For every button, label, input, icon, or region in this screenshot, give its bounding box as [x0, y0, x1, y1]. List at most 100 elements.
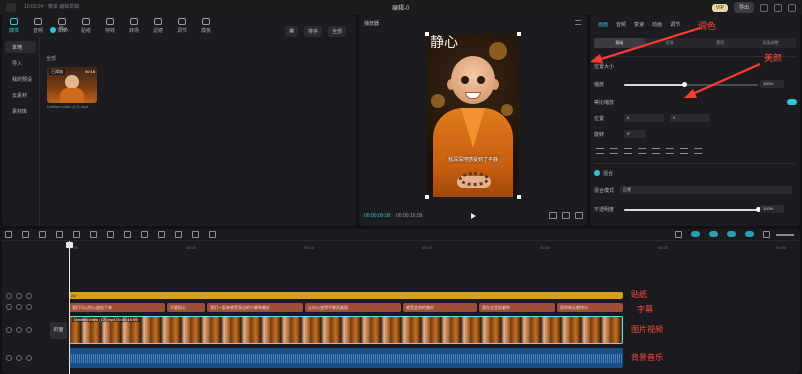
caption-clip[interactable]: 我们一起来感受身边的宁静和美好	[207, 303, 303, 312]
align-middle-icon[interactable]	[652, 148, 660, 154]
crop-icon[interactable]	[549, 212, 557, 219]
select-tool-icon[interactable]	[5, 231, 12, 238]
tab-adjust-props[interactable]: 调节	[666, 15, 684, 33]
caption-clip[interactable]: 愿你每天都快乐	[557, 303, 623, 312]
caption-clip[interactable]: 我在这里陪着你	[479, 303, 555, 312]
linkage-icon[interactable]	[727, 231, 736, 237]
filter-all-button[interactable]: 全部	[327, 26, 346, 37]
opacity-value[interactable]: 100%	[760, 205, 784, 213]
align-top-icon[interactable]	[638, 148, 646, 154]
subtab-picture-adjust[interactable]: 画面调整	[746, 38, 797, 48]
mirror-icon[interactable]	[158, 231, 165, 238]
uniform-scale-toggle[interactable]	[787, 99, 797, 105]
audio-mute-icon[interactable]	[26, 355, 32, 361]
subtab-cutout[interactable]: 抠像	[645, 38, 696, 48]
position-x-input[interactable]: 0	[624, 114, 664, 122]
time-ruler[interactable]: 00:00 00:05 00:10 00:15 00:20 00:25 00:3…	[68, 243, 800, 253]
rotate-icon[interactable]	[175, 231, 182, 238]
rotate-input[interactable]: 0°	[624, 130, 646, 138]
split-left-icon[interactable]	[73, 231, 80, 238]
lock-icon[interactable]	[6, 355, 12, 361]
ratio-icon[interactable]	[562, 212, 570, 219]
auto-snap-icon[interactable]	[709, 231, 718, 237]
align-right-icon[interactable]	[624, 148, 632, 154]
minimize-icon[interactable]	[760, 3, 768, 12]
resize-handle[interactable]	[425, 195, 429, 199]
align-left-icon[interactable]	[596, 148, 604, 154]
resize-handle[interactable]	[517, 195, 521, 199]
play-icon[interactable]	[471, 213, 476, 219]
crop-tool-icon[interactable]	[192, 231, 199, 238]
sidebar-item-presets[interactable]: 我的预设	[5, 73, 36, 85]
export-button[interactable]: 导出	[733, 2, 754, 13]
fullscreen-icon[interactable]	[575, 212, 583, 219]
delete-icon[interactable]	[107, 231, 114, 238]
preview-axis-icon[interactable]	[745, 231, 754, 237]
scale-value[interactable]: 100%	[760, 80, 784, 88]
more-tools-icon[interactable]	[209, 231, 216, 238]
sidebar-item-local[interactable]: 本地	[5, 41, 36, 53]
resize-handle[interactable]	[425, 32, 429, 36]
caption-clip[interactable]: 让内心变得平静而美丽	[305, 303, 401, 312]
playhead[interactable]	[69, 241, 70, 374]
sticker-clip[interactable]: Aa	[69, 292, 623, 299]
close-icon[interactable]	[788, 3, 796, 12]
lock-icon[interactable]	[6, 327, 12, 333]
redo-icon[interactable]	[39, 231, 46, 238]
import-button[interactable]: 导入	[50, 26, 69, 33]
tab-animation[interactable]: 动画	[648, 15, 666, 33]
position-y-input[interactable]: 0	[670, 114, 710, 122]
tab-audio-props[interactable]: 音频	[612, 15, 630, 33]
split-icon[interactable]	[56, 231, 63, 238]
undo-icon[interactable]	[22, 231, 29, 238]
sidebar-item-cloud[interactable]: 云素材	[5, 89, 36, 101]
all-label: 全部	[46, 56, 57, 62]
eye-icon[interactable]	[16, 355, 22, 361]
subtab-mask[interactable]: 蒙版	[695, 38, 746, 48]
video-subtitle[interactable]: 我深深地感受到了平静	[427, 156, 519, 163]
audio-mute-icon[interactable]	[26, 293, 32, 299]
audio-mute-icon[interactable]	[26, 327, 32, 333]
tab-speed[interactable]: 变速	[630, 15, 648, 33]
microphone-icon[interactable]	[675, 231, 682, 238]
audio-mute-icon[interactable]	[26, 304, 32, 310]
media-thumbnail[interactable]: 已添加 00:16	[47, 67, 97, 103]
caption-clip[interactable]: 不要担心	[167, 303, 205, 312]
distribute-v-icon[interactable]	[694, 148, 702, 154]
vip-badge[interactable]: VIP	[711, 3, 728, 12]
blend-mode-select[interactable]: 正常	[620, 186, 792, 194]
audio-clip[interactable]	[69, 348, 623, 368]
reverse-icon[interactable]	[141, 231, 148, 238]
resize-handle[interactable]	[517, 32, 521, 36]
caption-clip[interactable]: 我们可以把心放松下来	[69, 303, 165, 312]
tab-picture[interactable]: 画面	[594, 15, 612, 33]
tab-media[interactable]: 媒体	[2, 15, 26, 37]
sidebar-item-library[interactable]: 素材库	[5, 105, 36, 117]
lock-icon[interactable]	[6, 304, 12, 310]
main-track-magnet-icon[interactable]	[691, 231, 700, 237]
view-toggle-icon[interactable]: ▦	[285, 26, 298, 37]
eye-icon[interactable]	[16, 304, 22, 310]
caption-clip[interactable]: 感受此刻的美好	[403, 303, 477, 312]
cover-button[interactable]: 封面	[50, 322, 67, 339]
subtab-basic[interactable]: 基础	[594, 38, 645, 48]
zoom-slider[interactable]	[776, 234, 794, 236]
zoom-fit-icon[interactable]	[763, 231, 770, 238]
video-preview[interactable]: 静心 我深深地感受到了平静	[427, 34, 519, 197]
sort-button[interactable]: 排序	[303, 26, 322, 37]
distribute-h-icon[interactable]	[680, 148, 688, 154]
lock-icon[interactable]	[6, 293, 12, 299]
eye-icon[interactable]	[16, 293, 22, 299]
align-center-icon[interactable]	[610, 148, 618, 154]
playhead-handle[interactable]	[66, 242, 73, 248]
menu-icon[interactable]	[575, 20, 581, 25]
maximize-icon[interactable]	[774, 3, 782, 12]
sidebar-item-import[interactable]: 导入	[5, 57, 36, 69]
scale-slider-knob[interactable]	[682, 82, 688, 87]
align-bottom-icon[interactable]	[666, 148, 674, 154]
blend-checkbox[interactable]	[594, 170, 600, 176]
eye-icon[interactable]	[16, 327, 22, 333]
video-clip[interactable]: Untitled video (17).mp4 00:00:16:09	[69, 316, 623, 344]
split-right-icon[interactable]	[90, 231, 97, 238]
freeze-icon[interactable]	[124, 231, 131, 238]
